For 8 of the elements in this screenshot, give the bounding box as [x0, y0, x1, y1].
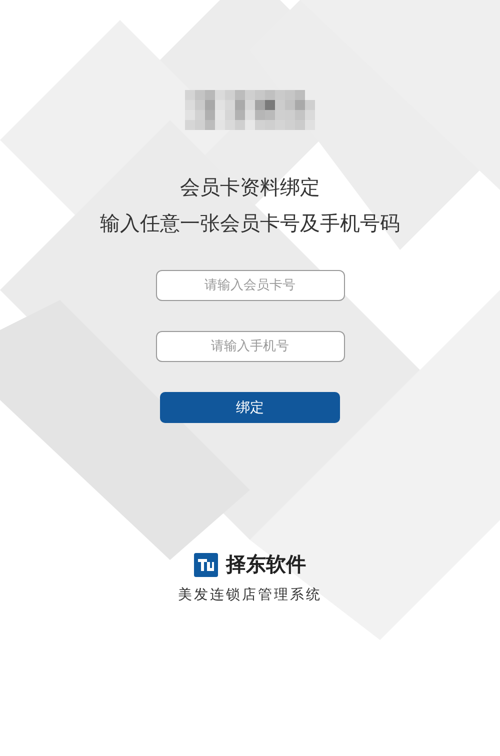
page-title: 会员卡资料绑定 [180, 174, 320, 200]
bind-button[interactable]: 绑定 [160, 392, 340, 423]
brand-name: 择东软件 [226, 551, 306, 578]
page-subtitle: 输入任意一张会员卡号及手机号码 [100, 210, 400, 236]
input-field[interactable]: 请输入手机号 [156, 331, 344, 362]
brand-tagline: 美发连锁店管理系统 [178, 586, 322, 604]
brand-logo-icon [194, 552, 218, 576]
input-field[interactable]: 请输入会员卡号 [156, 270, 344, 301]
